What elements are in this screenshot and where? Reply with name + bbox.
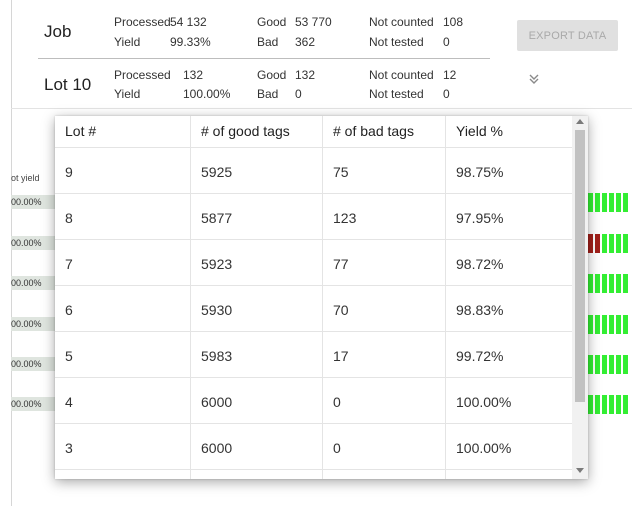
header-good-tags: # of good tags — [201, 123, 290, 139]
lot-not-counted-value: 12 — [443, 68, 457, 82]
lot-processed-label: Processed — [114, 68, 171, 82]
lot-yield-cell: 00.00% — [11, 357, 57, 371]
job-bad-value: 362 — [295, 35, 316, 49]
table-row[interactable]: 6 5930 70 98.83% — [55, 285, 572, 332]
cell-yield: 99.72% — [456, 348, 504, 364]
cell-good-tags: 5983 — [201, 348, 233, 364]
job-good-label: Good — [257, 15, 287, 29]
cell-bad-tags: 123 — [333, 210, 357, 226]
cell-good-tags: 5877 — [201, 210, 233, 226]
cell-bad-tags: 17 — [333, 348, 349, 364]
cell-good-tags: 6000 — [201, 394, 233, 410]
scroll-up-arrow-icon[interactable] — [576, 119, 584, 124]
cell-lot-number: 4 — [65, 394, 73, 410]
job-not-tested-label: Not tested — [369, 35, 424, 49]
table-row[interactable]: 3 6000 0 100.00% — [55, 423, 572, 470]
cell-yield: 98.72% — [456, 256, 504, 272]
cell-good-tags: 6000 — [201, 440, 233, 456]
cell-yield: 100.00% — [456, 440, 512, 456]
cell-lot-number: 5 — [65, 348, 73, 364]
table-row[interactable] — [55, 469, 572, 479]
lot-not-tested-label: Not tested — [369, 87, 424, 101]
tag-status-bars — [588, 193, 632, 212]
lot-yield-label: Yield — [114, 87, 141, 101]
lot-label: Lot 10 — [44, 75, 92, 94]
lot-yield-cell: 00.00% — [11, 236, 57, 250]
header-yield: Yield % — [456, 123, 503, 139]
cell-bad-tags: 70 — [333, 302, 349, 318]
job-yield-value: 99.33% — [170, 35, 211, 49]
job-not-counted-label: Not counted — [369, 15, 434, 29]
double-chevron-down-icon[interactable] — [528, 72, 540, 86]
cell-good-tags: 5925 — [201, 164, 233, 180]
job-not-counted-value: 108 — [443, 15, 464, 29]
lot-processed-value: 132 — [183, 68, 204, 82]
table-header-row: Lot # # of good tags # of bad tags Yield… — [55, 116, 572, 148]
cell-yield: 100.00% — [456, 394, 512, 410]
header-bad-tags: # of bad tags — [333, 123, 414, 139]
tag-status-bars — [588, 355, 632, 374]
lot-not-counted-label: Not counted — [369, 68, 434, 82]
lot-not-tested-value: 0 — [443, 87, 450, 101]
tag-status-bars — [588, 274, 632, 293]
table-row[interactable]: 9 5925 75 98.75% — [55, 147, 572, 194]
table-row[interactable]: 4 6000 0 100.00% — [55, 377, 572, 424]
cell-bad-tags: 77 — [333, 256, 349, 272]
lot-yield-cell: 00.00% — [11, 276, 57, 290]
cell-bad-tags: 0 — [333, 394, 341, 410]
cell-yield: 98.83% — [456, 302, 504, 318]
header-lot-number: Lot # — [65, 123, 97, 139]
cell-good-tags: 5923 — [201, 256, 233, 272]
summary-divider — [38, 58, 490, 59]
cell-yield: 97.95% — [456, 210, 504, 226]
cell-good-tags: 5930 — [201, 302, 233, 318]
lot-good-label: Good — [257, 68, 287, 82]
tag-status-bars — [588, 395, 632, 414]
header-separator — [11, 108, 632, 109]
lot-bad-label: Bad — [257, 87, 279, 101]
cell-lot-number: 3 — [65, 440, 73, 456]
tag-status-bars — [588, 234, 632, 253]
scrollbar-thumb[interactable] — [575, 130, 585, 402]
cell-yield: 98.75% — [456, 164, 504, 180]
lot-yield-popup: Lot # # of good tags # of bad tags Yield… — [55, 116, 588, 479]
cell-lot-number: 9 — [65, 164, 73, 180]
lot-yield-cell: 00.00% — [11, 317, 57, 331]
cell-lot-number: 6 — [65, 302, 73, 318]
table-row[interactable]: 5 5983 17 99.72% — [55, 331, 572, 378]
cell-bad-tags: 0 — [333, 440, 341, 456]
job-label: Job — [44, 22, 72, 41]
job-processed-value: 54 132 — [170, 15, 207, 29]
cell-lot-number: 8 — [65, 210, 73, 226]
table-scrollbar[interactable] — [572, 116, 588, 479]
job-processed-label: Processed — [114, 15, 171, 29]
cell-bad-tags: 75 — [333, 164, 349, 180]
export-data-button[interactable]: EXPORT DATA — [517, 20, 618, 51]
scroll-down-arrow-icon[interactable] — [576, 468, 584, 473]
lot-yield-value: 100.00% — [183, 87, 231, 101]
job-bad-label: Bad — [257, 35, 279, 49]
table-row[interactable]: 8 5877 123 97.95% — [55, 193, 572, 240]
table-row[interactable]: 7 5923 77 98.72% — [55, 239, 572, 286]
tag-status-bars — [588, 315, 632, 334]
lot-yield-cell: 00.00% — [11, 195, 57, 209]
lot-good-value: 132 — [295, 68, 316, 82]
lot-yield-column-header: ot yield — [11, 173, 40, 183]
job-good-value: 53 770 — [295, 15, 332, 29]
job-yield-label: Yield — [114, 35, 141, 49]
job-not-tested-value: 0 — [443, 35, 450, 49]
cell-lot-number: 7 — [65, 256, 73, 272]
lot-yield-cell: 00.00% — [11, 397, 57, 411]
lot-bad-value: 0 — [295, 87, 302, 101]
